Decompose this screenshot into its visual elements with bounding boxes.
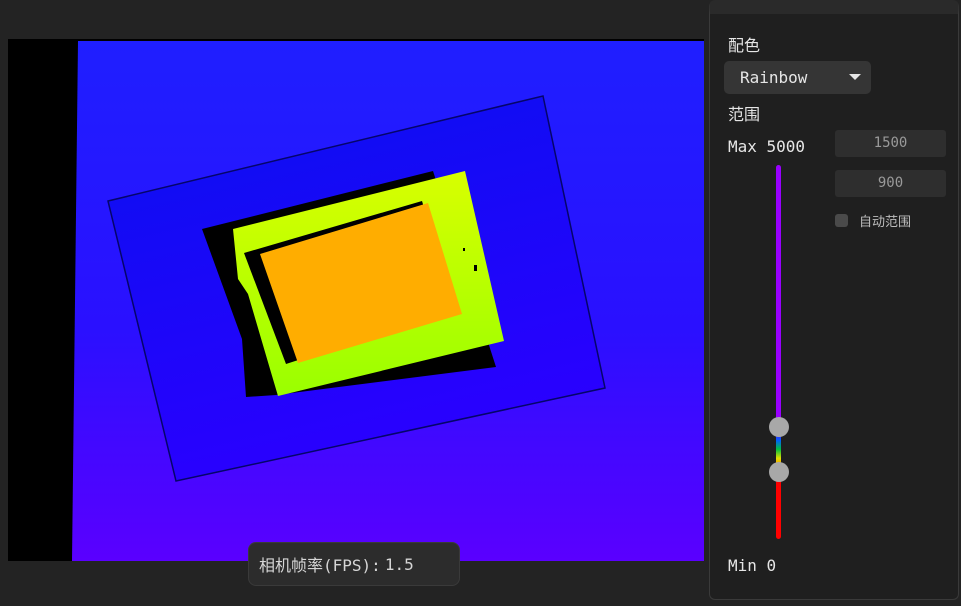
range-max-input[interactable]: 1500	[835, 130, 946, 157]
depth-image-view[interactable]	[8, 39, 704, 561]
range-slider-upper-thumb[interactable]	[769, 416, 789, 437]
colormap-selected-value: Rainbow	[740, 68, 808, 87]
speck	[463, 248, 465, 251]
min-label: Min 0	[728, 556, 777, 575]
range-slider-track[interactable]	[776, 165, 781, 539]
range-min-input[interactable]: 900	[835, 170, 946, 197]
speck	[474, 265, 477, 271]
settings-panel: 配色 Rainbow 范围 Max 5000 1500 900 自动范围 Min…	[709, 0, 959, 600]
depth-image	[72, 41, 704, 561]
fps-overlay: 相机帧率(FPS): 1.5	[248, 542, 460, 586]
fps-label: 相机帧率(FPS):	[259, 556, 381, 575]
colormap-select[interactable]: Rainbow	[724, 61, 871, 94]
max-label: Max 5000	[728, 137, 806, 156]
range-slider-lower-thumb[interactable]	[769, 461, 789, 482]
colormap-title: 配色	[728, 36, 761, 55]
chevron-down-icon	[849, 74, 861, 80]
auto-range-checkbox[interactable]: 自动范围	[835, 211, 911, 230]
auto-range-label: 自动范围	[859, 215, 912, 230]
app-window: 相机帧率(FPS): 1.5 配色 Rainbow 范围 Max 5000 15…	[0, 0, 961, 606]
range-title: 范围	[728, 105, 761, 124]
fps-value: 1.5	[384, 554, 414, 574]
checkbox-icon[interactable]	[835, 214, 848, 227]
